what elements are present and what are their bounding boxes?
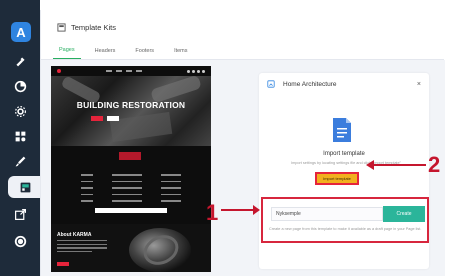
avatar-icon[interactable] <box>8 230 32 252</box>
panel-header: Home Architecture × <box>259 73 429 95</box>
tab-headers[interactable]: Headers <box>89 48 122 59</box>
preview-logo <box>57 69 61 73</box>
annotation-arrow-1 <box>221 205 260 215</box>
import-template-button[interactable]: Import template <box>315 172 359 185</box>
annotation-arrow-2 <box>366 160 426 170</box>
create-button[interactable]: Create <box>383 206 425 222</box>
preview-services <box>51 146 211 224</box>
app-logo[interactable]: A <box>11 22 31 42</box>
panel-title: Home Architecture <box>283 80 337 88</box>
close-icon[interactable]: × <box>417 81 421 88</box>
annotation-number-2: 2 <box>428 152 441 177</box>
page-title: Template Kits <box>71 22 117 32</box>
main-panel: Template Kits Pages Headers Footers Item… <box>40 10 445 276</box>
preview-hero-title: BUILDING RESTORATION <box>76 100 186 110</box>
preview-about-title: About KARMA <box>57 232 92 238</box>
document-icon <box>333 118 351 142</box>
export-icon[interactable] <box>8 203 32 225</box>
paintbrush-icon[interactable] <box>8 150 32 172</box>
import-title: Import template <box>323 151 365 157</box>
settings-icon[interactable] <box>8 100 32 122</box>
app-window: A Template Kits Pages Headers Footers It… <box>0 0 474 276</box>
create-note: Create a new page from this template to … <box>269 227 422 231</box>
tab-bar: Pages Headers Footers Items <box>41 44 444 60</box>
create-page-box: Nyksemple Create Create a new page from … <box>261 197 429 243</box>
blocks-icon[interactable] <box>8 125 32 147</box>
template-preview[interactable]: BUILDING RESTORATION About KARMA <box>51 66 211 272</box>
preview-about: About KARMA <box>51 224 211 272</box>
template-kits-icon <box>57 22 66 32</box>
preview-hero: BUILDING RESTORATION <box>51 74 211 146</box>
annotation-number-1: 1 <box>206 200 219 225</box>
page-icon <box>267 80 275 88</box>
page-name-input[interactable]: Nyksemple <box>271 207 383 221</box>
sidebar: A <box>0 0 42 276</box>
brush-icon[interactable] <box>8 50 32 72</box>
preview-nav <box>51 66 211 76</box>
tab-footers[interactable]: Footers <box>129 48 160 59</box>
tab-items[interactable]: Items <box>168 48 193 59</box>
tab-pages[interactable]: Pages <box>53 47 81 59</box>
pie-icon[interactable] <box>8 75 32 97</box>
header: Template Kits <box>41 10 444 44</box>
template-icon[interactable] <box>8 176 42 198</box>
